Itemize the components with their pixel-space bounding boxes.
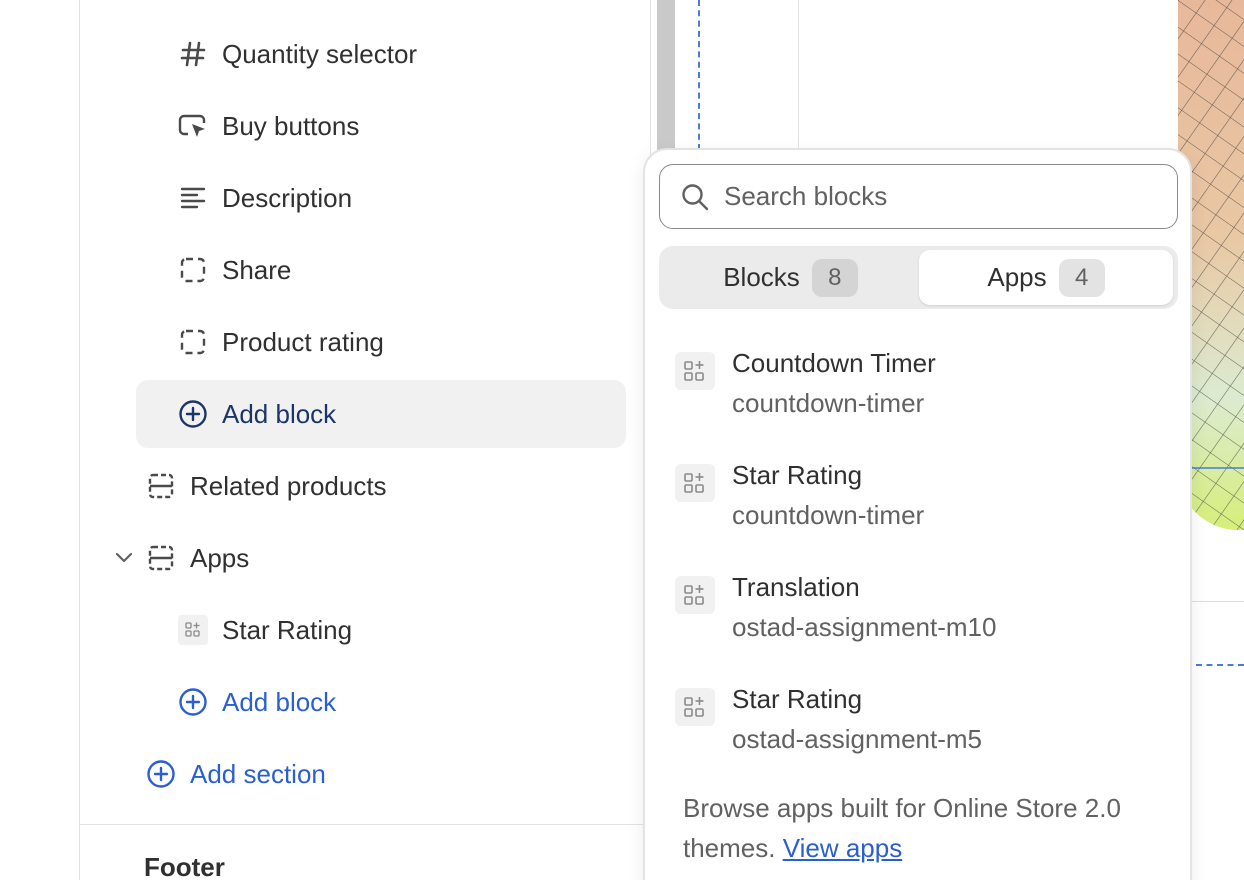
app-handle: ostad-assignment-m10 [732,612,997,642]
tab-apps[interactable]: Apps 4 [919,250,1173,305]
section-icon [146,471,176,501]
section-apps[interactable]: Apps [146,524,616,592]
add-section-label: Add section [190,758,326,789]
text-align-left-icon [178,183,208,213]
add-block-button[interactable]: Add block [178,668,618,736]
preview-divider [1192,601,1244,602]
hash-icon [178,39,208,69]
search-input[interactable] [724,181,1144,212]
app-name: Star Rating [732,460,863,490]
app-block-option[interactable]: Countdown Timer countdown-timer [675,348,1175,448]
search-icon [680,182,710,212]
block-description[interactable]: Description [178,164,618,232]
app-block-option[interactable]: Star Rating ostad-assignment-m5 [675,684,1175,784]
app-handle: countdown-timer [732,500,925,530]
tab-label: Apps [987,262,1047,292]
count-badge: 4 [1058,258,1105,297]
block-label: Share [222,254,292,285]
block-label: Buy buttons [222,110,360,141]
block-type-tabs: Blocks 8 Apps 4 [659,246,1178,309]
dashed-square-icon [178,255,208,285]
app-name: Star Rating [732,684,863,714]
app-block-icon [675,464,715,502]
tab-label: Blocks [723,262,800,292]
cursor-button-icon [178,111,208,141]
count-badge: 8 [811,258,858,297]
block-buy-buttons[interactable]: Buy buttons [178,92,618,160]
chevron-down-icon[interactable] [113,545,135,571]
footer-group-label[interactable]: Footer [144,852,225,880]
add-block-label: Add block [222,686,337,717]
view-apps-link[interactable]: View apps [783,833,903,863]
plus-circle-icon [146,759,176,789]
block-label: Product rating [222,326,384,357]
app-name: Translation [732,572,860,602]
sidebar-divider [79,824,651,825]
plus-circle-icon [178,687,208,717]
app-block-icon [675,576,715,614]
add-block-button-active[interactable]: Add block [136,380,626,448]
app-block-icon [675,688,715,726]
app-block-icon [675,352,715,390]
section-label: Apps [190,542,250,573]
block-product-rating[interactable]: Product rating [178,308,618,376]
preview-divider [798,0,799,150]
app-block-option[interactable]: Star Rating countdown-timer [675,460,1175,560]
add-block-label: Add block [222,398,337,429]
block-share[interactable]: Share [178,236,618,304]
app-block-option[interactable]: Translation ostad-assignment-m10 [675,572,1175,672]
browse-apps-note: Browse apps built for Online Store 2.0 t… [683,788,1173,868]
block-quantity-selector[interactable]: Quantity selector [178,20,618,88]
block-label: Description [222,182,353,213]
dashed-square-icon [178,327,208,357]
section-outline-dashed [1196,664,1244,666]
section-outline-dashed [698,0,700,150]
app-name: Countdown Timer [732,348,936,378]
section-label: Related products [190,470,387,501]
block-label: Quantity selector [222,38,418,69]
section-related-products[interactable]: Related products [146,452,616,520]
add-section-button[interactable]: Add section [146,740,616,808]
plus-circle-icon [178,399,208,429]
section-icon [146,543,176,573]
app-block-star-rating[interactable]: Star Rating [178,596,618,664]
add-block-popover: Blocks 8 Apps 4 Countdown Timer countdow… [643,148,1192,880]
search-field[interactable] [659,164,1178,229]
app-handle: ostad-assignment-m5 [732,724,982,754]
block-label: Star Rating [222,614,353,645]
app-handle: countdown-timer [732,388,925,418]
preview-scrollbar[interactable] [657,0,675,150]
app-block-icon [178,615,208,645]
tab-blocks[interactable]: Blocks 8 [663,250,918,305]
